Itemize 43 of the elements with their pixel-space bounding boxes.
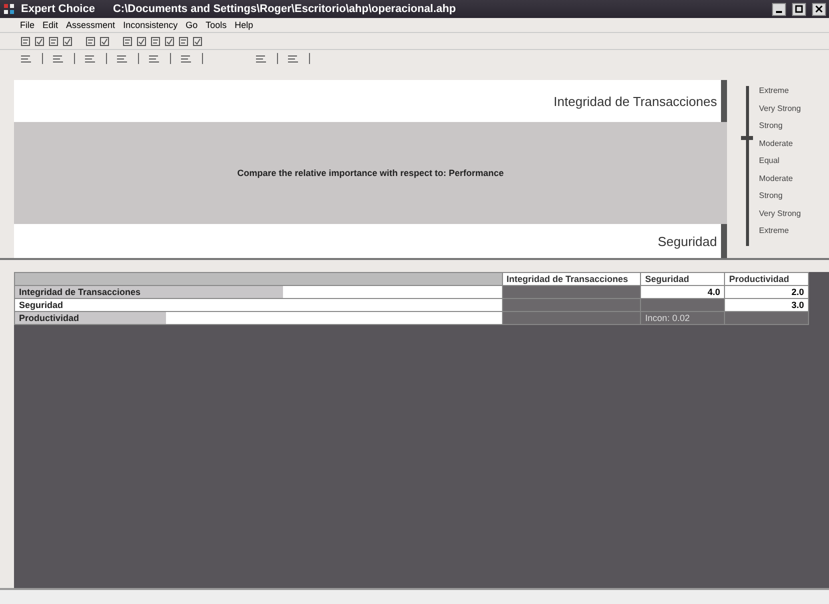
window-title: Expert Choice [21, 3, 95, 15]
table-cell[interactable] [502, 298, 641, 312]
column-header: Productividad [724, 272, 808, 286]
save-icon[interactable] [48, 36, 59, 46]
file-path: C:\Documents and Settings\Roger\Escritorio\ahp\operacional.ahp [112, 3, 456, 15]
table-cell[interactable]: 2.0 [724, 286, 808, 298]
table-cell[interactable]: Incon: 0.02 [640, 312, 725, 324]
scale-label: Very Strong [759, 208, 801, 220]
table-cell[interactable] [724, 312, 808, 324]
restore-button[interactable] [792, 2, 806, 16]
restore-icon [795, 5, 803, 13]
scale-label: Extreme [759, 226, 790, 237]
menu-item[interactable]: Inconsistency [121, 20, 180, 30]
column-header: Integridad de Transacciones [502, 272, 641, 286]
scale-label: Equal [759, 156, 780, 167]
table-cell[interactable] [502, 312, 641, 324]
print-icon[interactable] [85, 36, 96, 46]
menu-item[interactable]: Tools [204, 20, 229, 30]
menu-item[interactable]: Assessment [64, 20, 118, 30]
table-cell[interactable] [502, 286, 641, 298]
scale-label: Moderate [759, 174, 794, 184]
scale-label: Extreme [759, 86, 790, 97]
menu-item[interactable]: Edit [40, 20, 60, 30]
slider-thumb[interactable] [741, 136, 753, 140]
minimize-button[interactable] [772, 2, 786, 16]
comparison-prompt: Compare the relative importance with respect to: Performance [237, 168, 504, 178]
row-label[interactable]: Productividad [14, 312, 502, 324]
compared-item: Seguridad [658, 234, 717, 248]
row-label[interactable]: Integridad de Transacciones [14, 286, 502, 298]
close-icon [815, 5, 823, 13]
menu-item[interactable]: Help [232, 20, 256, 30]
close-button[interactable] [812, 2, 826, 16]
menu-item[interactable]: Go [184, 20, 200, 30]
compared-item: Integridad de Transacciones [554, 94, 717, 108]
scale-label: Strong [759, 121, 784, 132]
scale-label: Very Strong [759, 104, 801, 115]
new-file-icon[interactable] [20, 36, 31, 46]
table-cell[interactable] [640, 298, 725, 312]
menu-item[interactable]: File [18, 20, 37, 30]
column-header: Seguridad [640, 272, 725, 286]
app-icon [3, 3, 15, 15]
scale-label: Strong [759, 191, 784, 202]
scale-label: Moderate [759, 138, 794, 150]
